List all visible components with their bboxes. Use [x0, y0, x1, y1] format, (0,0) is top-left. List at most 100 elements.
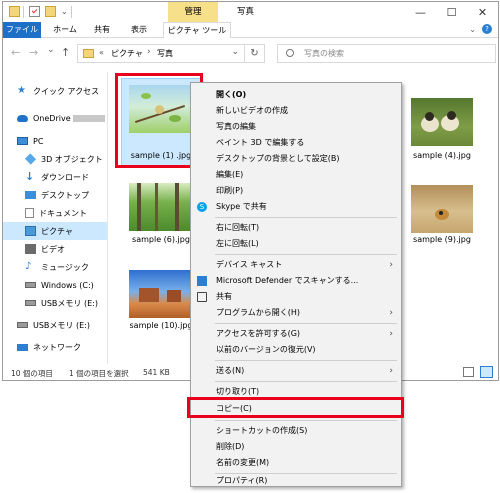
minimize-button[interactable]: —	[405, 2, 436, 22]
nav-item-windows-c[interactable]: Windows (C:)	[3, 276, 107, 294]
properties-icon[interactable]	[29, 6, 40, 17]
menu-item-open[interactable]: 開く(O)	[191, 87, 401, 103]
file-name: sample (6).jpg	[132, 235, 190, 244]
music-icon: ♪	[25, 261, 32, 272]
menu-item-share[interactable]: 共有	[191, 289, 401, 305]
large-icons-view-icon[interactable]	[480, 366, 493, 378]
help-icon[interactable]: ?	[482, 24, 492, 34]
ribbon-context-label: 管理	[168, 2, 218, 22]
video-icon	[25, 244, 36, 254]
menu-separator	[215, 217, 397, 218]
menu-item-properties[interactable]: プロパティ(R)	[191, 474, 401, 488]
submenu-arrow-icon: ›	[389, 329, 393, 339]
cloud-icon	[17, 114, 28, 122]
menu-item-set-background[interactable]: デスクトップの背景として設定(B)	[191, 151, 401, 167]
menu-separator	[215, 360, 397, 361]
tab-share[interactable]: 共有	[87, 22, 117, 38]
search-input[interactable]: 写真の検索	[277, 44, 496, 63]
menu-item-cast[interactable]: デバイス キャスト ›	[191, 257, 401, 273]
nav-item-network[interactable]: ネットワーク	[3, 338, 107, 356]
nav-item-pc[interactable]: PC	[3, 132, 107, 150]
menu-item-edit-photo[interactable]: 写真の編集	[191, 119, 401, 135]
menu-item-rotate-left[interactable]: 左に回転(L)	[191, 236, 401, 252]
menu-item-label: Microsoft Defender でスキャンする...	[216, 276, 359, 285]
menu-item-new-video[interactable]: 新しいビデオの作成	[191, 103, 401, 119]
nav-item-label: ダウンロード	[41, 172, 89, 182]
breadcrumb-separator: ›	[147, 47, 151, 57]
refresh-button[interactable]: ↻	[245, 44, 265, 63]
up-button[interactable]: ↑	[61, 46, 70, 59]
back-button[interactable]: ←	[11, 46, 20, 59]
menu-item-restore-versions[interactable]: 以前のバージョンの復元(V)	[191, 342, 401, 358]
nav-item-label: ドキュメント	[39, 208, 87, 218]
address-bar[interactable]: « ピクチャ › 写真 ⌄	[77, 44, 245, 63]
file-thumbnail	[129, 270, 191, 318]
breadcrumb-photos[interactable]: 写真	[157, 48, 173, 59]
search-icon	[286, 49, 294, 57]
nav-item-usb-e[interactable]: USBメモリ (E:)	[3, 294, 107, 312]
nav-item-3d-objects[interactable]: 3D オブジェクト	[3, 150, 107, 168]
menu-item-rename[interactable]: 名前の変更(M)	[191, 455, 401, 471]
menu-item-create-shortcut[interactable]: ショートカットの作成(S)	[191, 423, 401, 439]
skype-icon: S	[197, 202, 207, 212]
nav-item-onedrive[interactable]: OneDrive -	[3, 109, 107, 127]
menu-item-open-with[interactable]: プログラムから開く(H) ›	[191, 305, 401, 321]
nav-item-desktop[interactable]: デスクトップ	[3, 186, 107, 204]
desktop-icon	[25, 191, 36, 199]
selection-size: 541 KB	[143, 368, 170, 377]
new-folder-icon[interactable]	[45, 6, 56, 17]
nav-item-videos[interactable]: ビデオ	[3, 240, 107, 258]
menu-item-give-access[interactable]: アクセスを許可する(G) ›	[191, 326, 401, 342]
submenu-arrow-icon: ›	[389, 260, 393, 270]
menu-item-label: プログラムから開く(H)	[216, 308, 301, 317]
nav-item-label: 3D オブジェクト	[41, 154, 103, 164]
file-name: sample (10).jpg	[129, 321, 193, 330]
tab-home[interactable]: ホーム	[45, 22, 85, 38]
usb-drive-icon	[25, 300, 36, 306]
nav-item-usb-e-root[interactable]: USBメモリ (E:)	[3, 316, 107, 334]
folder-icon	[83, 49, 94, 58]
nav-item-downloads[interactable]: ↓ ダウンロード	[3, 168, 107, 186]
window-title: 写真	[237, 7, 255, 17]
address-dropdown-icon[interactable]: ⌄	[231, 47, 239, 57]
nav-item-label: ミュージック	[41, 262, 89, 272]
computer-icon	[17, 137, 28, 145]
address-row: ← → ⌄ ↑ « ピクチャ › 写真 ⌄ ↻ 写真の検索	[3, 39, 498, 67]
nav-item-documents[interactable]: ドキュメント	[3, 204, 107, 222]
menu-item-label: Skype で共有	[216, 202, 267, 211]
nav-item-music[interactable]: ♪ ミュージック	[3, 258, 107, 276]
highlight-copy-item	[187, 397, 404, 418]
maximize-button[interactable]: ☐	[436, 2, 467, 22]
menu-item-defender-scan[interactable]: Microsoft Defender でスキャンする...	[191, 273, 401, 289]
drive-icon	[25, 282, 36, 288]
menu-item-print[interactable]: 印刷(P)	[191, 183, 401, 199]
nav-item-label: クイック アクセス	[33, 86, 100, 96]
breadcrumb-pictures[interactable]: ピクチャ	[111, 48, 143, 59]
quick-access-toolbar-dropdown-icon[interactable]: ⌄	[61, 7, 68, 16]
details-view-icon[interactable]	[463, 367, 474, 377]
nav-item-quick-access[interactable]: ★ クイック アクセス	[3, 82, 107, 100]
menu-separator	[215, 323, 397, 324]
file-name: sample (4).jpg	[413, 151, 471, 160]
star-icon: ★	[17, 85, 26, 96]
nav-item-label: デスクトップ	[41, 190, 89, 200]
recent-locations-button[interactable]: ⌄	[47, 45, 55, 55]
nav-item-pictures[interactable]: ピクチャ	[3, 222, 107, 240]
forward-button[interactable]: →	[29, 46, 38, 59]
ribbon-tabs: ファイル ホーム 共有 表示 ピクチャ ツール ⌄ ?	[3, 22, 498, 38]
menu-item-edit[interactable]: 編集(E)	[191, 167, 401, 183]
tab-view[interactable]: 表示	[121, 22, 157, 38]
ribbon-expand-icon[interactable]: ⌄	[469, 25, 476, 34]
close-button[interactable]: ✕	[467, 2, 498, 22]
menu-item-send-to[interactable]: 送る(N) ›	[191, 363, 401, 379]
menu-item-skype[interactable]: S Skype で共有	[191, 199, 401, 215]
menu-item-delete[interactable]: 削除(D)	[191, 439, 401, 455]
breadcrumb-overflow[interactable]: «	[99, 48, 104, 57]
tab-file[interactable]: ファイル	[3, 22, 41, 38]
menu-item-rotate-right[interactable]: 右に回転(T)	[191, 220, 401, 236]
menu-item-paint3d[interactable]: ペイント 3D で編集する	[191, 135, 401, 151]
tab-picture-tools[interactable]: ピクチャ ツール	[163, 22, 231, 38]
nav-item-label: PC	[33, 136, 44, 146]
nav-item-label: OneDrive -	[33, 113, 77, 123]
selection-count: 1 個の項目を選択	[69, 369, 129, 378]
